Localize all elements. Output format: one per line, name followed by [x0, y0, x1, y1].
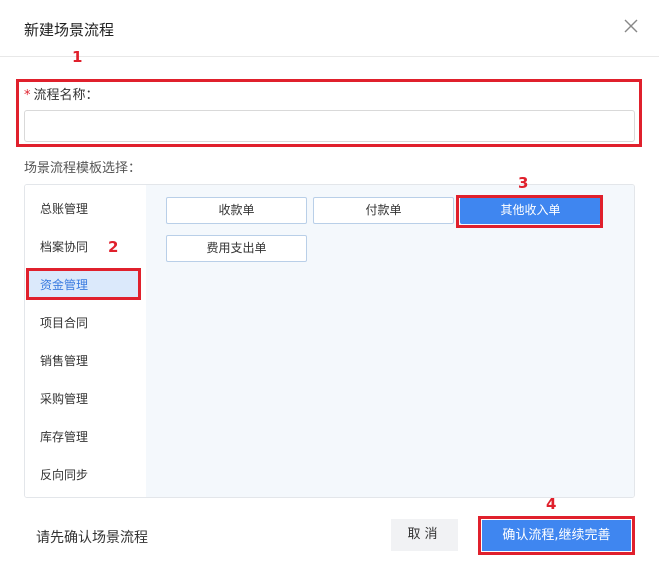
- template-list: 收款单 付款单 其他收入单 费用支出单: [146, 185, 634, 497]
- sidebar-item-purchase[interactable]: 采购管理: [28, 384, 140, 414]
- sidebar-item-reverse-sync[interactable]: 反向同步: [28, 460, 140, 490]
- flow-name-input[interactable]: [24, 110, 635, 142]
- dialog-title: 新建场景流程: [24, 21, 115, 39]
- annotation-box-fund-management: [26, 268, 141, 300]
- template-receipt-button[interactable]: 收款单: [166, 197, 307, 224]
- annotation-2: 2: [108, 238, 119, 256]
- sidebar-item-project-contract[interactable]: 项目合同: [28, 308, 140, 338]
- cancel-button[interactable]: 取消: [391, 519, 458, 551]
- sidebar-item-sales[interactable]: 销售管理: [28, 346, 140, 376]
- template-expense-button[interactable]: 费用支出单: [166, 235, 307, 262]
- confirm-continue-button[interactable]: 确认流程,继续完善: [482, 520, 631, 551]
- sidebar-item-general-ledger[interactable]: 总账管理: [28, 194, 140, 224]
- template-panel: 总账管理 档案协同 资金管理 项目合同 销售管理 采购管理 库存管理 反向同步 …: [24, 184, 635, 498]
- close-icon[interactable]: [623, 18, 639, 34]
- flow-name-label: * 流程名称：: [24, 84, 99, 103]
- annotation-1: 1: [72, 48, 83, 66]
- sidebar-item-inventory[interactable]: 库存管理: [28, 422, 140, 452]
- annotation-4: 4: [546, 495, 557, 513]
- sidebar-item-archive-collab[interactable]: 档案协同: [28, 232, 140, 262]
- footer-hint: 请先确认场景流程: [36, 530, 148, 546]
- required-mark: *: [24, 88, 31, 103]
- template-payment-button[interactable]: 付款单: [313, 197, 454, 224]
- annotation-3: 3: [518, 174, 529, 192]
- flow-name-label-text: 流程名称：: [33, 88, 99, 103]
- template-select-label: 场景流程模板选择：: [24, 161, 142, 176]
- new-scene-flow-dialog: 新建场景流程 1 * 流程名称： 场景流程模板选择： 总账管理 档案协同 资金管理…: [0, 0, 659, 565]
- dialog-header: 新建场景流程: [0, 0, 659, 57]
- annotation-box-other-income: [456, 195, 603, 228]
- category-sidebar: 总账管理 档案协同 资金管理 项目合同 销售管理 采购管理 库存管理 反向同步: [25, 185, 146, 497]
